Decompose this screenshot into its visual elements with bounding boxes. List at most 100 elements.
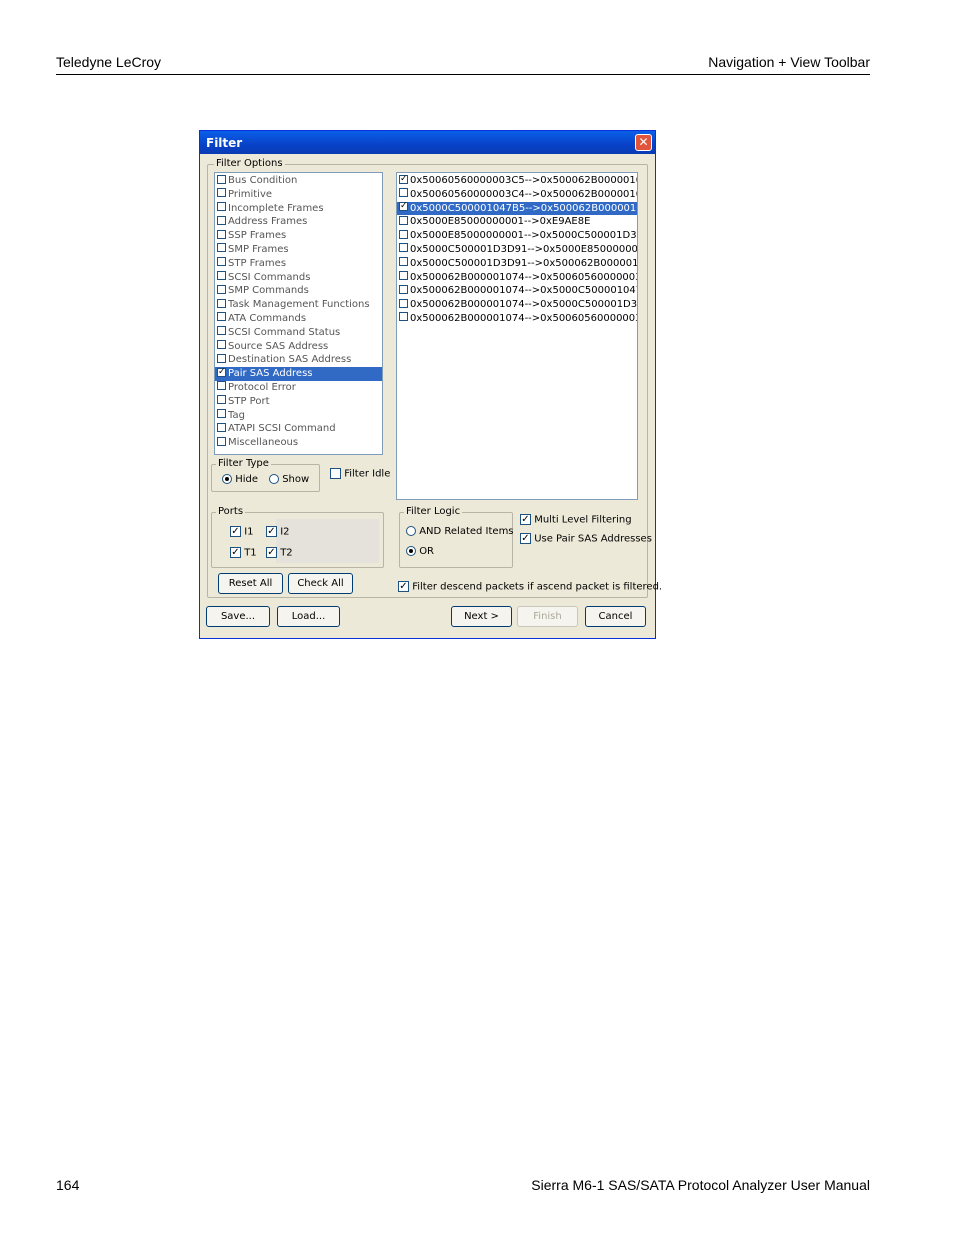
sas-address-item[interactable]: 0x5000E85000000001-->0x5000C500001D3D91 [397, 229, 637, 243]
filter-option-checkbox[interactable] [217, 284, 226, 294]
filter-option-checkbox[interactable] [217, 202, 226, 212]
filter-option-checkbox[interactable] [217, 409, 226, 419]
sas-address-item[interactable]: 0x5000C500001D3D91-->0x500062B000001074 [397, 257, 637, 271]
filter-option-item[interactable]: SSP Frames [215, 229, 382, 243]
load-button[interactable]: Load... [277, 606, 340, 627]
filter-option-item[interactable]: SMP Frames [215, 243, 382, 257]
sas-address-item[interactable]: ✓ 0x50060560000003C5-->0x500062B000001074 [397, 174, 637, 188]
filter-option-checkbox[interactable] [217, 422, 226, 432]
filter-options-list[interactable]: Bus Condition Primitive Incomplete Frames A… [214, 172, 383, 455]
filter-option-checkbox[interactable] [217, 340, 226, 350]
sas-address-checkbox[interactable] [399, 215, 408, 225]
descend-option[interactable]: ✓ Filter descend packets if ascend packe… [398, 581, 662, 593]
sas-address-item[interactable]: ✓ 0x5000C500001047B5-->0x500062B000001074 [397, 201, 637, 216]
port-t1-checkbox[interactable]: ✓ [230, 547, 241, 558]
port-i2-option[interactable]: ✓ I2 [266, 526, 290, 538]
and-radio-option[interactable]: AND Related Items [406, 526, 514, 537]
filter-idle-checkbox[interactable] [330, 468, 341, 479]
show-radio-option[interactable]: Show [269, 474, 309, 485]
port-i1-checkbox[interactable]: ✓ [230, 526, 241, 537]
sas-address-checkbox[interactable] [399, 257, 408, 267]
filter-option-item[interactable]: STP Port [215, 395, 382, 409]
port-i1-option[interactable]: ✓ I1 [230, 526, 254, 538]
filter-option-item[interactable]: SCSI Commands [215, 271, 382, 285]
save-button[interactable]: Save... [206, 606, 270, 627]
port-t2-option[interactable]: ✓ T2 [266, 547, 293, 559]
filter-option-label: ATA Commands [228, 312, 307, 324]
show-radio[interactable] [269, 474, 279, 484]
sas-address-item[interactable]: 0x500062B000001074-->0x50060560000003C4 [397, 312, 637, 326]
filter-option-checkbox[interactable]: ✓ [217, 367, 226, 377]
filter-option-item[interactable]: Miscellaneous [215, 436, 382, 450]
hide-radio-option[interactable]: Hide [222, 474, 258, 485]
check-all-button[interactable]: Check All [288, 573, 353, 594]
sas-address-item[interactable]: 0x500062B000001074-->0x5000C500001D3D91 [397, 298, 637, 312]
filter-option-item[interactable]: SCSI Command Status [215, 326, 382, 340]
reset-all-button[interactable]: Reset All [218, 573, 283, 594]
multi-level-checkbox[interactable]: ✓ [520, 514, 531, 525]
filter-option-item[interactable]: Primitive [215, 188, 382, 202]
filter-option-checkbox[interactable] [217, 312, 226, 322]
filter-option-checkbox[interactable] [217, 215, 226, 225]
use-pair-label: Use Pair SAS Addresses [534, 533, 652, 545]
use-pair-option[interactable]: ✓ Use Pair SAS Addresses [520, 533, 652, 545]
filter-option-item[interactable]: ATAPI SCSI Command [215, 422, 382, 436]
filter-option-item[interactable]: ✓ Pair SAS Address [215, 367, 382, 381]
sas-address-item[interactable]: 0x500062B000001074-->0x50060560000003C5 [397, 271, 637, 285]
filter-option-item[interactable]: ATA Commands [215, 312, 382, 326]
dialog-titlebar[interactable]: Filter ✕ [200, 131, 655, 154]
filter-option-item[interactable]: Incomplete Frames [215, 202, 382, 216]
filter-option-item[interactable]: Destination SAS Address [215, 353, 382, 367]
filter-option-item[interactable]: Task Management Functions [215, 298, 382, 312]
sas-address-item[interactable]: 0x50060560000003C4-->0x500062B000001074 [397, 188, 637, 202]
sas-address-item[interactable]: 0x5000E85000000001-->0xE9AE8E [397, 215, 637, 229]
filter-option-checkbox[interactable] [217, 229, 226, 239]
filter-option-checkbox[interactable] [217, 395, 226, 405]
filter-option-item[interactable]: Bus Condition [215, 174, 382, 188]
filter-option-checkbox[interactable] [217, 271, 226, 281]
filter-option-label: Protocol Error [228, 381, 296, 393]
use-pair-checkbox[interactable]: ✓ [520, 533, 531, 544]
filter-option-checkbox[interactable] [217, 381, 226, 391]
filter-option-item[interactable]: Tag [215, 409, 382, 423]
sas-address-checkbox[interactable] [399, 229, 408, 239]
sas-address-item[interactable]: 0x5000C500001D3D91-->0x5000E85000000001 [397, 243, 637, 257]
sas-address-checkbox[interactable] [399, 271, 408, 281]
sas-address-checkbox[interactable] [399, 243, 408, 253]
cancel-button[interactable]: Cancel [585, 606, 646, 627]
port-t1-option[interactable]: ✓ T1 [230, 547, 257, 559]
sas-address-checkbox[interactable]: ✓ [399, 174, 408, 184]
finish-button[interactable]: Finish [517, 606, 578, 627]
filter-option-checkbox[interactable] [217, 436, 226, 446]
multi-level-option[interactable]: ✓ Multi Level Filtering [520, 514, 632, 526]
sas-address-checkbox[interactable] [399, 284, 408, 294]
close-icon[interactable]: ✕ [635, 134, 652, 151]
filter-option-checkbox[interactable] [217, 326, 226, 336]
sas-address-list[interactable]: ✓ 0x50060560000003C5-->0x500062B000001074… [396, 172, 638, 500]
filter-option-item[interactable]: Address Frames [215, 215, 382, 229]
next-button[interactable]: Next > [451, 606, 512, 627]
filter-option-checkbox[interactable] [217, 188, 226, 198]
filter-option-item[interactable]: Source SAS Address [215, 340, 382, 354]
sas-address-checkbox[interactable]: ✓ [399, 202, 408, 212]
filter-option-item[interactable]: Protocol Error [215, 381, 382, 395]
sas-address-item[interactable]: 0x500062B000001074-->0x5000C500001047B5 [397, 284, 637, 298]
filter-option-checkbox[interactable] [217, 353, 226, 363]
filter-option-item[interactable]: STP Frames [215, 257, 382, 271]
filter-option-item[interactable]: SMP Commands [215, 284, 382, 298]
port-i2-checkbox[interactable]: ✓ [266, 526, 277, 537]
or-radio-option[interactable]: OR [406, 546, 434, 557]
sas-address-checkbox[interactable] [399, 312, 408, 322]
filter-option-checkbox[interactable] [217, 257, 226, 267]
filter-idle-option[interactable]: Filter Idle [330, 468, 390, 480]
hide-radio[interactable] [222, 474, 232, 484]
filter-option-checkbox[interactable] [217, 243, 226, 253]
and-radio[interactable] [406, 526, 416, 536]
or-radio[interactable] [406, 546, 416, 556]
port-t2-checkbox[interactable]: ✓ [266, 547, 277, 558]
filter-option-checkbox[interactable] [217, 298, 226, 308]
sas-address-checkbox[interactable] [399, 298, 408, 308]
filter-option-checkbox[interactable] [217, 174, 226, 184]
sas-address-checkbox[interactable] [399, 188, 408, 198]
descend-checkbox[interactable]: ✓ [398, 581, 409, 592]
